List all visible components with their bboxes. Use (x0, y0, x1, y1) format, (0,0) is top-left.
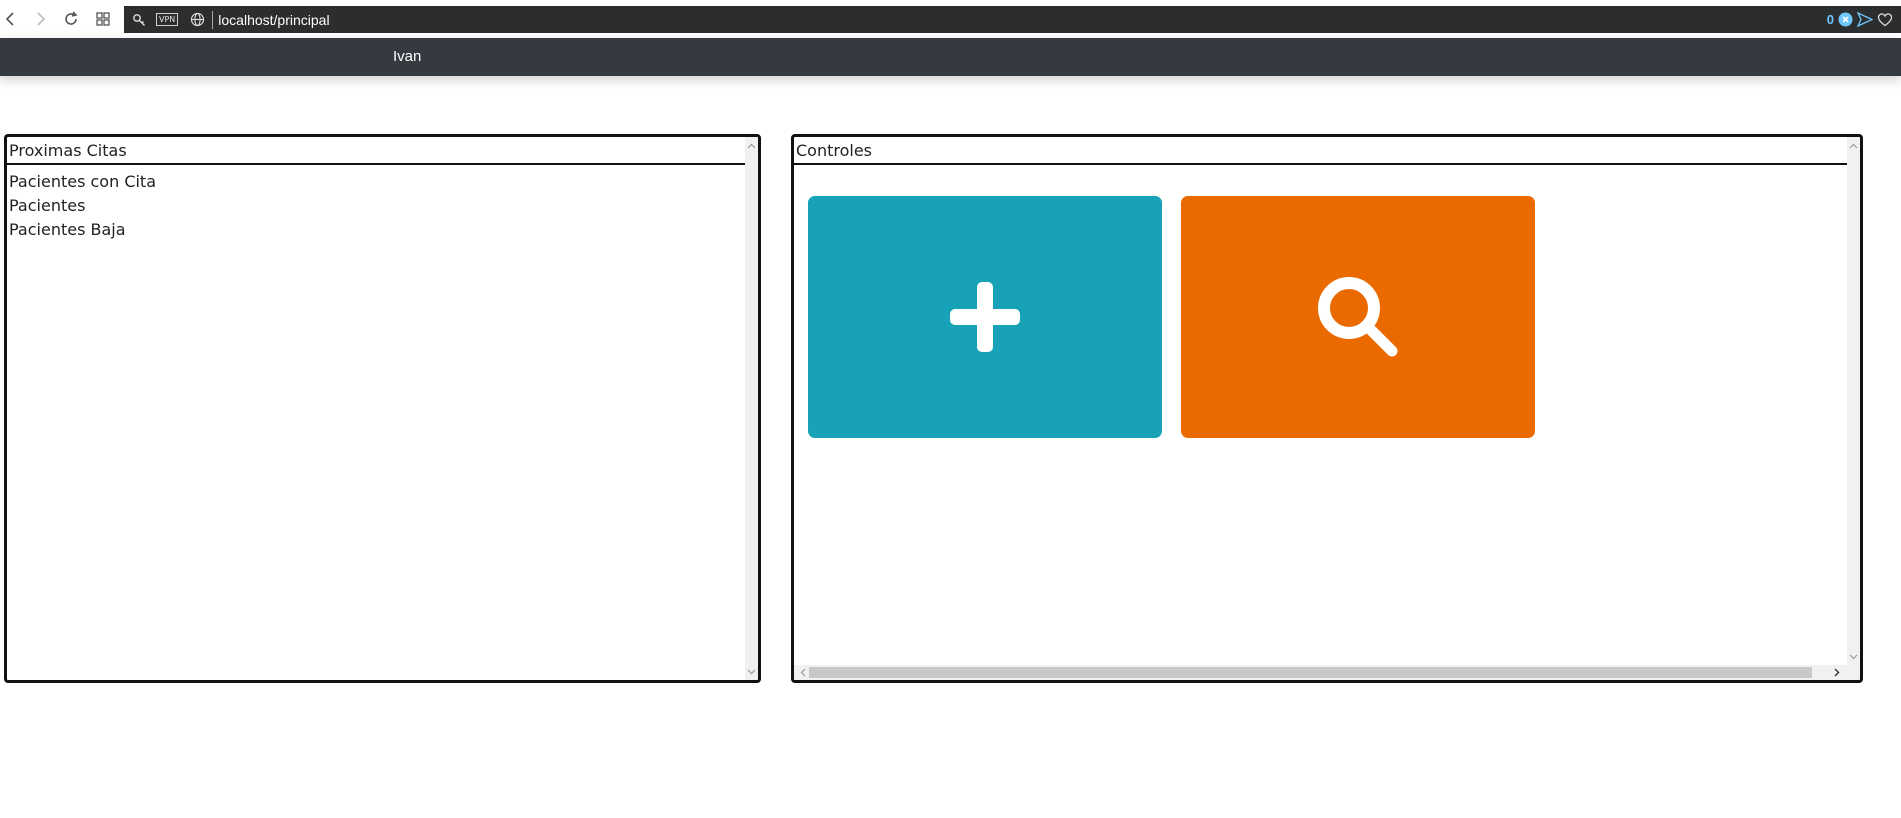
chevron-left-icon (5, 12, 14, 26)
scroll-up-icon[interactable] (745, 139, 758, 152)
url-text[interactable]: localhost/principal (218, 12, 329, 28)
panel-title: Controles (796, 141, 873, 160)
heart-icon[interactable] (1877, 12, 1893, 27)
scroll-up-icon[interactable] (1847, 139, 1860, 152)
forward-button[interactable] (29, 8, 51, 30)
address-bar-actions: 0 (1827, 6, 1893, 33)
list-item-patients[interactable]: Pacientes (9, 194, 156, 218)
browser-toolbar: VPN localhost/principal 0 (0, 0, 1901, 38)
add-button[interactable] (808, 196, 1162, 438)
panel-divider (7, 163, 745, 165)
scroll-down-icon[interactable] (745, 665, 758, 678)
shield-x-icon[interactable] (1838, 12, 1853, 27)
list-item-inactive-patients[interactable]: Pacientes Baja (9, 218, 156, 242)
send-icon[interactable] (1857, 12, 1873, 27)
plus-icon (950, 282, 1020, 352)
navbar-user-name[interactable]: Ivan (393, 48, 421, 65)
vpn-badge[interactable]: VPN (156, 13, 179, 26)
patients-list: Pacientes con Cita Pacientes Pacientes B… (9, 170, 156, 242)
search-button[interactable] (1181, 196, 1535, 438)
url-separator (212, 10, 214, 29)
back-button[interactable] (0, 8, 22, 30)
list-item-patients-with-appointment[interactable]: Pacientes con Cita (9, 170, 156, 194)
controls-panel: Controles (791, 134, 1863, 683)
panel-divider (794, 163, 1847, 165)
scroll-left-icon[interactable] (796, 666, 809, 679)
panel-title: Proximas Citas (9, 141, 127, 160)
globe-icon[interactable] (186, 6, 208, 33)
horizontal-scroll-thumb[interactable] (809, 667, 1812, 678)
horizontal-scrollbar[interactable] (794, 665, 1860, 680)
search-icon (1318, 277, 1398, 357)
scroll-right-icon[interactable] (1830, 666, 1843, 679)
reload-icon (65, 11, 78, 25)
reload-button[interactable] (60, 8, 82, 30)
scroll-down-icon[interactable] (1847, 650, 1860, 663)
chevron-right-icon (37, 12, 46, 26)
vertical-scrollbar[interactable] (1847, 137, 1860, 665)
key-icon[interactable] (128, 6, 150, 33)
address-bar[interactable]: VPN localhost/principal 0 (124, 6, 1901, 33)
app-navbar: Ivan (0, 38, 1901, 76)
vertical-scrollbar[interactable] (745, 137, 758, 680)
blocked-count: 0 (1826, 12, 1834, 27)
tabs-grid-button[interactable] (92, 8, 114, 30)
grid-icon (96, 12, 110, 26)
upcoming-appointments-panel: Proximas Citas Pacientes con Cita Pacien… (4, 134, 761, 683)
